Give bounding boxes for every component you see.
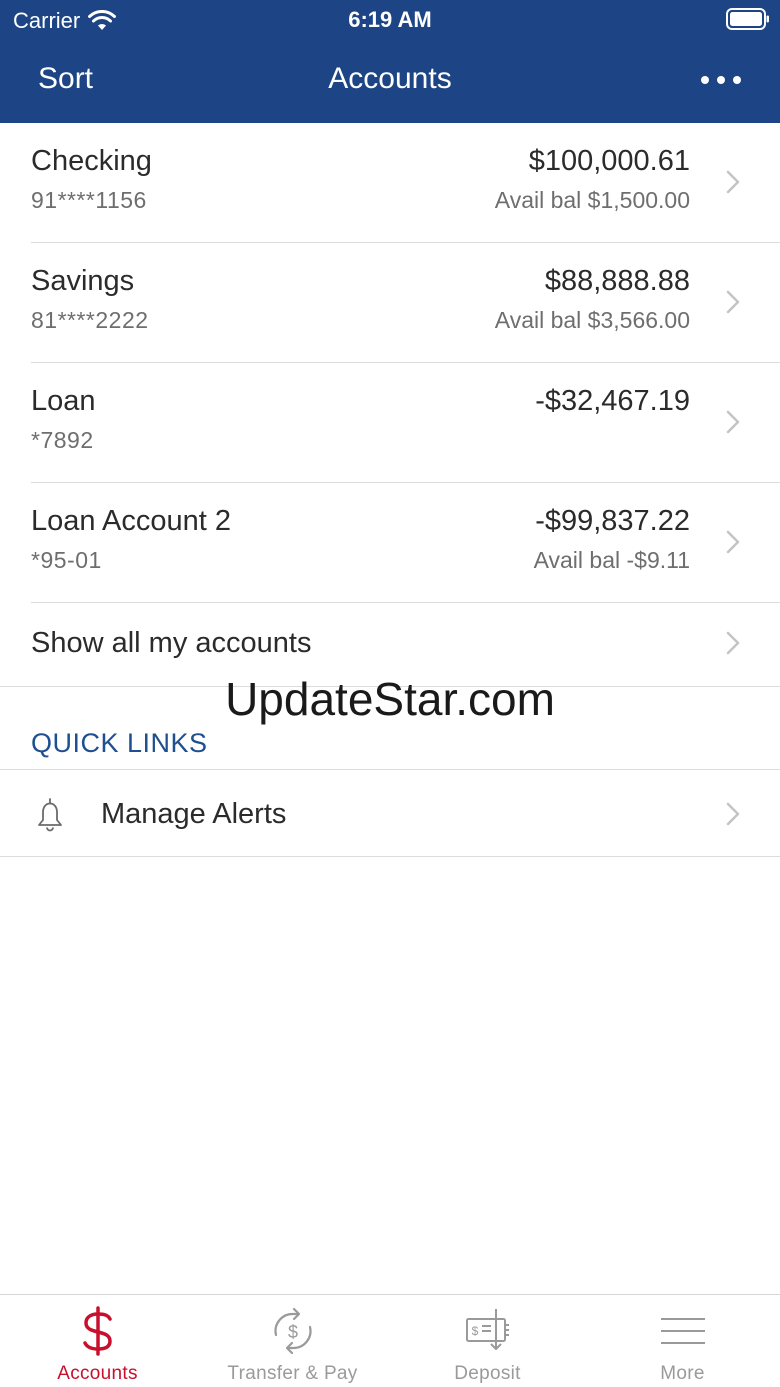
quick-links-heading: QUICK LINKS — [31, 728, 208, 758]
hamburger-icon — [660, 1318, 705, 1344]
account-number: 91****1156 — [31, 187, 147, 213]
account-balance: -$99,837.22 — [535, 505, 690, 537]
tab-label: Accounts — [57, 1363, 138, 1384]
account-row-loan[interactable]: Loan *7892 -$32,467.19 — [0, 363, 780, 483]
chevron-right-icon — [726, 290, 740, 314]
account-number: 81****2222 — [31, 307, 149, 333]
dollar-icon — [82, 1306, 112, 1356]
tab-more[interactable]: More — [585, 1295, 780, 1387]
deposit-check-icon: $ — [465, 1309, 509, 1350]
account-balance: -$32,467.19 — [535, 385, 690, 417]
nav-bar: Sort Accounts — [0, 45, 780, 115]
account-name: Checking — [31, 145, 152, 177]
chevron-right-icon — [726, 530, 740, 554]
watermark-text: UpdateStar.com — [225, 673, 555, 725]
chevron-right-icon — [726, 802, 740, 826]
tab-bar: Accounts $ Transfer & Pay $ Deposit More — [0, 1294, 780, 1387]
status-bar: Carrier 6:19 AM — [0, 0, 780, 40]
tab-accounts[interactable]: Accounts — [0, 1295, 195, 1387]
svg-text:$: $ — [471, 1324, 478, 1338]
account-name: Savings — [31, 265, 135, 297]
account-name: Loan — [31, 385, 96, 417]
chevron-right-icon — [726, 170, 740, 194]
tab-label: Deposit — [454, 1363, 521, 1384]
account-row-checking[interactable]: Checking 91****1156 $100,000.61 Avail ba… — [0, 123, 780, 243]
manage-alerts-label: Manage Alerts — [101, 798, 287, 830]
account-balance: $100,000.61 — [528, 145, 690, 177]
account-available-balance: Avail bal -$9.11 — [533, 547, 690, 573]
page-title: Accounts — [328, 62, 452, 95]
account-balance: $88,888.88 — [544, 265, 690, 297]
tab-transfer-pay[interactable]: $ Transfer & Pay — [195, 1295, 390, 1387]
bell-icon — [38, 797, 62, 832]
top-bar: Carrier 6:19 AM Sort Accounts — [0, 0, 780, 123]
status-time: 6:19 AM — [348, 7, 432, 32]
more-dots-icon[interactable] — [700, 73, 742, 87]
account-row-savings[interactable]: Savings 81****2222 $88,888.88 Avail bal … — [0, 243, 780, 363]
account-available-balance: Avail bal $1,500.00 — [494, 187, 690, 213]
sort-button[interactable]: Sort — [38, 62, 93, 96]
tab-deposit[interactable]: $ Deposit — [390, 1295, 585, 1387]
account-number: *7892 — [31, 427, 94, 453]
chevron-right-icon — [726, 410, 740, 434]
tab-label: Transfer & Pay — [227, 1363, 358, 1384]
account-available-balance: Avail bal $3,566.00 — [494, 307, 690, 333]
tab-label: More — [660, 1363, 705, 1384]
account-row-loan-account-2[interactable]: Loan Account 2 *95-01 -$99,837.22 Avail … — [0, 483, 780, 603]
account-name: Loan Account 2 — [31, 505, 231, 537]
chevron-right-icon — [726, 631, 740, 655]
manage-alerts-row[interactable]: Manage Alerts — [0, 769, 780, 857]
battery-icon — [726, 8, 769, 30]
svg-text:$: $ — [287, 1322, 297, 1342]
transfer-icon: $ — [273, 1307, 312, 1355]
accounts-list: Checking 91****1156 $100,000.61 Avail ba… — [0, 123, 780, 603]
account-number: *95-01 — [31, 547, 102, 573]
show-all-accounts-label: Show all my accounts — [31, 627, 312, 659]
